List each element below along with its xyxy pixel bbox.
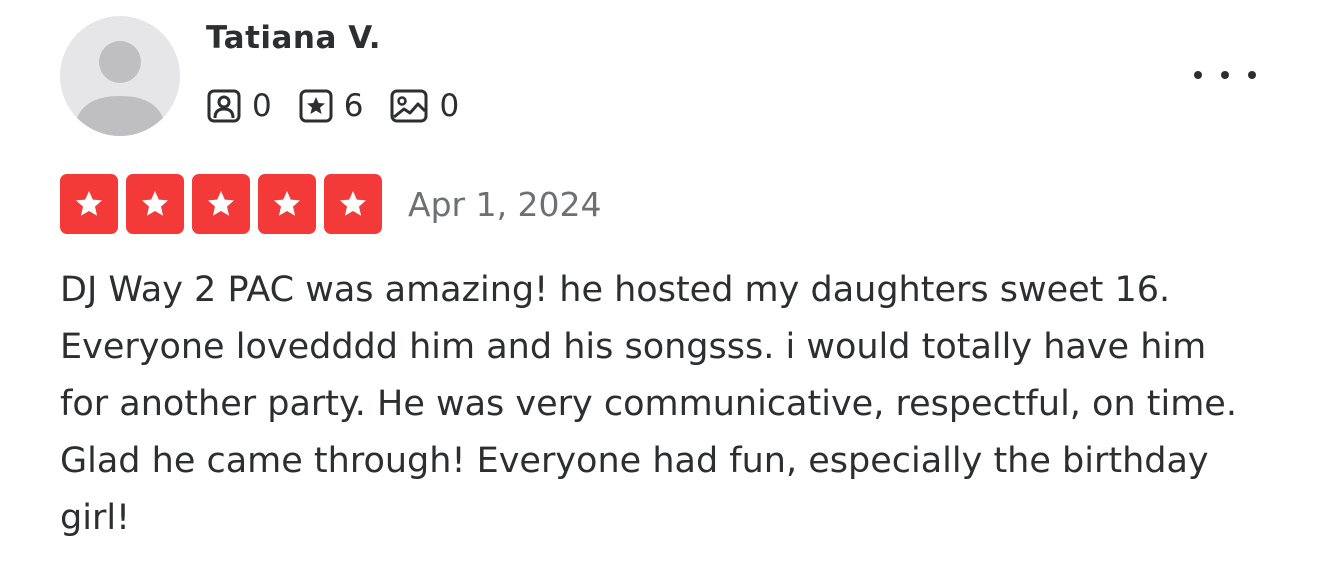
review-star-icon bbox=[299, 89, 333, 123]
star-icon bbox=[76, 191, 102, 216]
photos-stat: 0 bbox=[389, 84, 459, 128]
star-icon bbox=[142, 191, 168, 216]
review-text: DJ Way 2 PAC was amazing! he hosted my d… bbox=[60, 270, 1237, 538]
friends-stat: 0 bbox=[206, 84, 272, 128]
friends-icon bbox=[207, 89, 241, 123]
user-name[interactable]: Tatiana V. bbox=[206, 20, 381, 56]
more-options-icon-dot bbox=[1248, 71, 1256, 79]
rating-star-3 bbox=[192, 174, 250, 234]
reviews-count: 6 bbox=[343, 88, 364, 124]
star-icon bbox=[208, 191, 234, 216]
user-stats: 0 6 0 bbox=[206, 84, 485, 128]
star-icon bbox=[274, 191, 300, 216]
more-options-button[interactable] bbox=[1190, 58, 1260, 92]
rating-star-4 bbox=[258, 174, 316, 234]
star-icon bbox=[340, 191, 366, 216]
star-rating bbox=[60, 174, 390, 234]
photo-icon bbox=[390, 89, 428, 123]
more-options-icon bbox=[1194, 71, 1202, 79]
more-options-icon-dot bbox=[1221, 71, 1229, 79]
rating-star-1 bbox=[60, 174, 118, 234]
rating-star-2 bbox=[126, 174, 184, 234]
review-card: Tatiana V. 0 6 0 Apr 1, 2024 DJ Way 2 PA… bbox=[0, 0, 1320, 567]
reviews-stat: 6 bbox=[298, 84, 364, 128]
review-date: Apr 1, 2024 bbox=[408, 185, 602, 224]
default-user-avatar-icon bbox=[74, 41, 166, 136]
user-avatar[interactable] bbox=[60, 16, 180, 136]
rating-star-5 bbox=[324, 174, 382, 234]
friends-count: 0 bbox=[252, 88, 272, 124]
photos-count: 0 bbox=[439, 88, 460, 124]
